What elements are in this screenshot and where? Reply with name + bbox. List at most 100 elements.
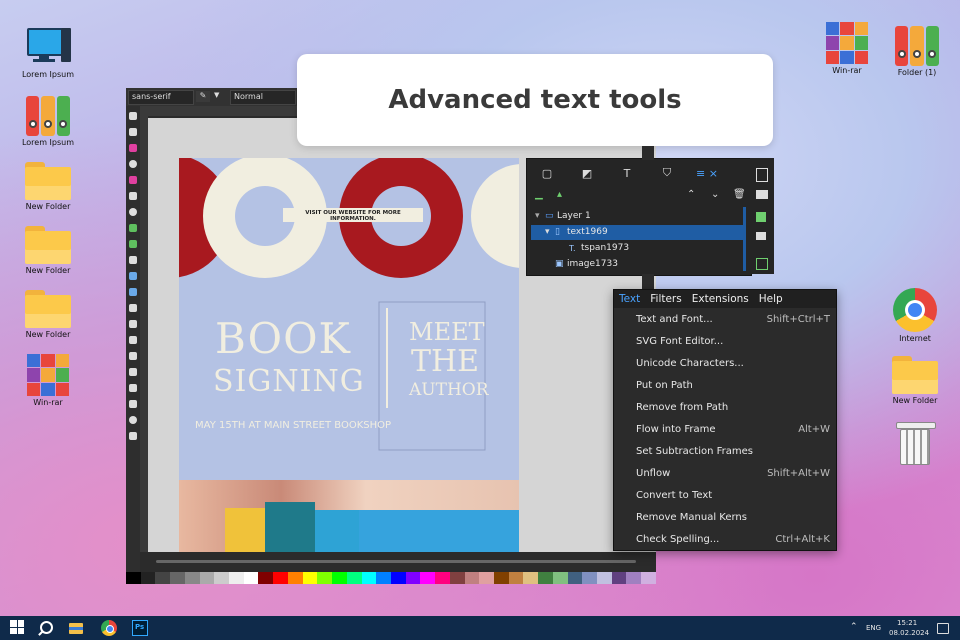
box3d-tool-icon[interactable] bbox=[129, 192, 137, 200]
desktop-icon-internet[interactable]: Internet bbox=[880, 288, 950, 343]
desktop-icon-label: New Folder bbox=[25, 202, 71, 211]
connector-tool-icon[interactable] bbox=[129, 384, 137, 392]
menu-item-unicode-characters[interactable]: Unicode Characters... bbox=[614, 352, 836, 374]
layer-label: tspan1973 bbox=[581, 243, 630, 253]
font-family-value: sans-serif bbox=[132, 92, 171, 101]
computer-icon bbox=[25, 26, 71, 68]
edit-icon[interactable]: ◩ bbox=[567, 167, 607, 180]
text-menu[interactable]: Text Filters Extensions Help Text and Fo… bbox=[613, 289, 837, 551]
tweak-tool-icon[interactable] bbox=[129, 336, 137, 344]
menu-item-remove-from-path[interactable]: Remove from Path bbox=[614, 396, 836, 418]
windows-start-icon[interactable] bbox=[10, 620, 24, 634]
menu-item-set-subtraction-frames[interactable]: Set Subtraction Frames bbox=[614, 440, 836, 462]
layer-row-tspan1973[interactable]: T. tspan1973 bbox=[531, 241, 745, 256]
eraser-tool-icon[interactable] bbox=[129, 368, 137, 376]
folder-icon bbox=[25, 226, 71, 264]
menu-text[interactable]: Text bbox=[614, 290, 645, 308]
color-palette[interactable] bbox=[126, 572, 656, 584]
poster-author-text: AUTHOR bbox=[409, 380, 489, 400]
desktop-icon-new-folder-right[interactable]: New Folder bbox=[880, 356, 950, 405]
layers-scrollbar[interactable] bbox=[743, 207, 746, 271]
add-layer-icon[interactable]: ▁ bbox=[535, 189, 543, 200]
panel-actions: ▁ ▴ ⌃ ⌄ 🗑 bbox=[527, 189, 749, 205]
font-style-field[interactable]: Normal bbox=[230, 90, 296, 105]
node-tool-icon[interactable] bbox=[129, 128, 137, 136]
menu-item-unflow[interactable]: Unflow Shift+Alt+W bbox=[614, 462, 836, 484]
file-explorer-icon[interactable] bbox=[68, 620, 84, 636]
chrome-taskbar-icon[interactable] bbox=[101, 620, 117, 636]
search-icon[interactable] bbox=[38, 620, 54, 636]
font-family-field[interactable]: sans-serif bbox=[128, 90, 194, 105]
save-icon[interactable] bbox=[756, 212, 766, 222]
language-indicator[interactable]: ENG bbox=[866, 624, 881, 632]
import-icon[interactable] bbox=[756, 258, 768, 270]
menu-extensions[interactable]: Extensions bbox=[687, 290, 754, 308]
selector-tool-icon[interactable] bbox=[129, 112, 137, 120]
menu-item-label: Unflow bbox=[636, 467, 671, 479]
measure-tool-icon[interactable] bbox=[129, 400, 137, 408]
layers-icon[interactable]: ≡ × bbox=[687, 167, 727, 180]
notifications-icon[interactable] bbox=[937, 623, 949, 634]
desktop-icon-lorem-ipsum-2[interactable]: Lorem Ipsum bbox=[13, 96, 83, 147]
menu-item-label: Put on Path bbox=[636, 379, 693, 391]
pencil-tool-icon[interactable] bbox=[129, 240, 137, 248]
delete-icon[interactable]: 🗑 bbox=[733, 189, 746, 200]
desktop-icon-label: New Folder bbox=[25, 266, 71, 275]
mesh-tool-icon[interactable] bbox=[129, 288, 137, 296]
menu-item-svg-font-editor[interactable]: SVG Font Editor... bbox=[614, 330, 836, 352]
move-up-icon[interactable]: ⌃ bbox=[687, 189, 695, 200]
menu-item-convert-to-text[interactable]: Convert to Text bbox=[614, 484, 836, 506]
horizontal-scrollbar[interactable] bbox=[140, 554, 656, 570]
font-family-dropdown-icon[interactable]: ✎ bbox=[196, 91, 210, 102]
spiral-tool-icon[interactable] bbox=[129, 208, 137, 216]
photoshop-icon[interactable]: Ps bbox=[132, 620, 148, 636]
menu-item-label: Flow into Frame bbox=[636, 423, 716, 435]
desktop-icon-win-rar-right[interactable]: Win-rar bbox=[812, 22, 882, 75]
desktop-icon-label: Folder (1) bbox=[897, 68, 937, 77]
layer-row-text1969[interactable]: ▾ ▯ text1969 bbox=[531, 225, 745, 240]
chevron-down-icon[interactable]: ▼ bbox=[214, 91, 219, 99]
paint-bucket-tool-icon[interactable] bbox=[129, 320, 137, 328]
desktop-icon-win-rar-left[interactable]: Win-rar bbox=[13, 354, 83, 407]
desktop-icon-new-folder-3[interactable]: New Folder bbox=[13, 290, 83, 339]
chrome-icon bbox=[893, 288, 937, 332]
fill-stroke-icon[interactable]: ▢ bbox=[527, 167, 567, 180]
text-icon[interactable]: T bbox=[607, 167, 647, 180]
text-tool-icon[interactable] bbox=[129, 256, 137, 264]
menu-filters[interactable]: Filters bbox=[645, 290, 686, 308]
zoom-tool-icon[interactable] bbox=[129, 416, 137, 424]
spray-tool-icon[interactable] bbox=[129, 352, 137, 360]
circle-tool-icon[interactable] bbox=[129, 160, 137, 168]
open-folder-icon[interactable] bbox=[756, 190, 768, 199]
print-icon[interactable] bbox=[756, 232, 766, 240]
menu-item-check-spelling[interactable]: Check Spelling... Ctrl+Alt+K bbox=[614, 528, 836, 550]
new-document-icon[interactable] bbox=[756, 168, 768, 182]
gradient-tool-icon[interactable] bbox=[129, 272, 137, 280]
menu-item-flow-into-frame[interactable]: Flow into Frame Alt+W bbox=[614, 418, 836, 440]
pages-tool-icon[interactable] bbox=[129, 432, 137, 440]
desktop-icon-folder-1[interactable]: Folder (1) bbox=[882, 26, 952, 77]
pen-tool-icon[interactable] bbox=[129, 224, 137, 232]
layer-row-layer-1[interactable]: ▾ ▭ Layer 1 bbox=[531, 209, 745, 224]
move-down-icon[interactable]: ⌄ bbox=[711, 189, 719, 200]
menu-item-remove-manual-kerns[interactable]: Remove Manual Kerns bbox=[614, 506, 836, 528]
clock-date[interactable]: 08.02.2024 bbox=[889, 629, 929, 637]
desktop-icon-new-folder-2[interactable]: New Folder bbox=[13, 226, 83, 275]
shield-icon[interactable]: ⛉ bbox=[647, 166, 687, 180]
recycle-bin-icon[interactable] bbox=[896, 420, 936, 465]
add-sublayer-icon[interactable]: ▴ bbox=[557, 189, 562, 200]
rectangle-tool-icon[interactable] bbox=[129, 144, 137, 152]
menu-item-text-and-font[interactable]: Text and Font... Shift+Ctrl+T bbox=[614, 308, 836, 330]
dropper-tool-icon[interactable] bbox=[129, 304, 137, 312]
clock-time[interactable]: 15:21 bbox=[897, 619, 917, 627]
layers-objects-panel[interactable]: ▢ ◩ T ⛉ ≡ × ▁ ▴ ⌃ ⌄ 🗑 ▾ ▭ Layer 1 ▾ ▯ te… bbox=[526, 158, 752, 276]
desktop-icon-lorem-ipsum-1[interactable]: Lorem Ipsum bbox=[13, 26, 83, 79]
menu-item-label: Text and Font... bbox=[636, 313, 713, 325]
desktop-icon-new-folder-1[interactable]: New Folder bbox=[13, 162, 83, 211]
menu-help[interactable]: Help bbox=[754, 290, 788, 308]
folder-icon bbox=[25, 290, 71, 328]
star-tool-icon[interactable] bbox=[129, 176, 137, 184]
menu-item-put-on-path[interactable]: Put on Path bbox=[614, 374, 836, 396]
tray-chevron-icon[interactable]: ⌃ bbox=[850, 622, 858, 632]
layer-row-image1733[interactable]: ▣ image1733 bbox=[531, 257, 745, 272]
